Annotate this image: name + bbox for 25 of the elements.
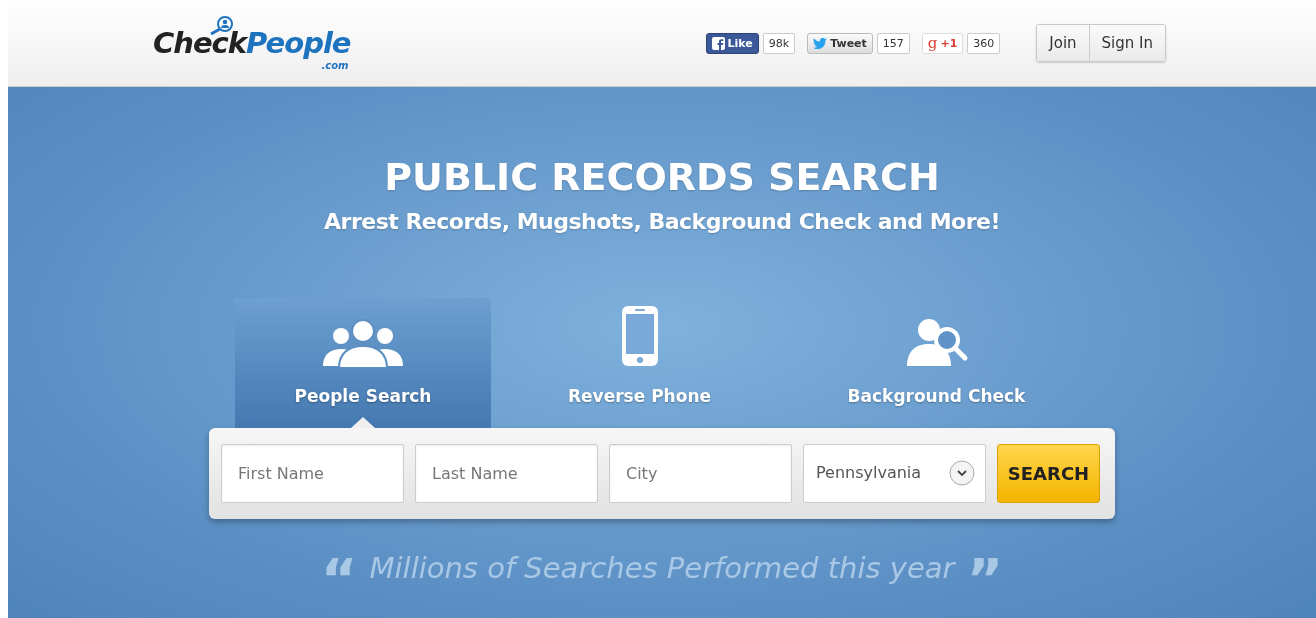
hero-title: PUBLIC RECORDS SEARCH <box>384 157 940 199</box>
input-field[interactable]: First Name <box>221 443 404 503</box>
facebook-icon <box>711 36 725 50</box>
hero-subtitle: Arrest Records, Mugshots, Background Check and More! <box>324 207 1000 236</box>
input-field[interactable]: City <box>609 443 792 503</box>
search-tab[interactable]: People Search <box>235 297 491 428</box>
people-icon <box>321 318 405 369</box>
share-count: 98k <box>762 32 796 54</box>
sign-in-button[interactable]: Sign In <box>1088 24 1165 62</box>
quote-mark: “ <box>320 544 358 593</box>
quote-text: Millions of Searches Performed this year <box>369 550 955 588</box>
like-button[interactable]: Like <box>705 32 759 54</box>
input-field[interactable]: Last Name <box>415 443 598 503</box>
phone-icon <box>619 304 660 369</box>
search-button[interactable]: SEARCH <box>997 443 1100 503</box>
plus-one-button[interactable]: g +1 <box>921 32 964 54</box>
logo[interactable]: CheckPeople .com <box>153 14 351 72</box>
quote-mark: ” <box>966 544 1004 593</box>
chevron-down-icon <box>949 460 975 487</box>
tweet-button[interactable]: Tweet <box>807 32 873 54</box>
bird-icon <box>813 37 828 49</box>
share-count: 157 <box>876 32 910 54</box>
state-select[interactable]: Pennsylvania <box>803 443 986 503</box>
join-button[interactable]: Join <box>1037 24 1089 62</box>
share-count: 360 <box>967 32 1001 54</box>
